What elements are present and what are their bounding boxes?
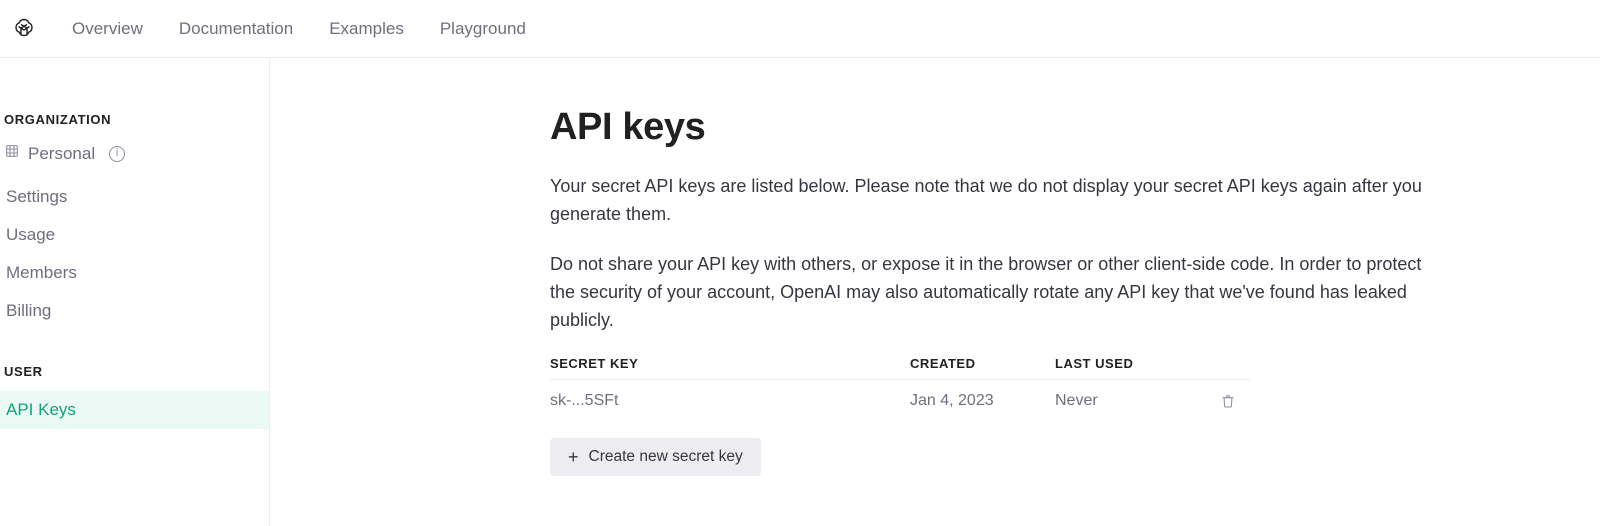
table-header-row: SECRET KEY CREATED LAST USED — [550, 356, 1250, 380]
building-icon — [4, 143, 20, 164]
delete-key-button[interactable] — [1220, 393, 1250, 409]
col-secret-key: SECRET KEY — [550, 356, 910, 371]
info-icon[interactable]: i — [109, 146, 125, 162]
sidebar-org-heading: ORGANIZATION — [0, 106, 269, 139]
create-button-label: Create new secret key — [589, 448, 743, 466]
intro-paragraph-2: Do not share your API key with others, o… — [550, 251, 1450, 335]
col-last-used: LAST USED — [1055, 356, 1220, 371]
top-nav: Overview Documentation Examples Playgrou… — [0, 0, 1600, 58]
plus-icon: + — [568, 448, 579, 466]
org-name: Personal — [28, 144, 95, 164]
sidebar-item-settings[interactable]: Settings — [0, 178, 269, 216]
sidebar-item-api-keys[interactable]: API Keys — [0, 391, 269, 429]
sidebar-item-members[interactable]: Members — [0, 254, 269, 292]
sidebar-item-billing[interactable]: Billing — [0, 292, 269, 330]
org-selector[interactable]: Personal i — [0, 139, 269, 178]
cell-secret-key: sk-...5SFt — [550, 392, 910, 410]
col-created: CREATED — [910, 356, 1055, 371]
openai-logo-icon — [12, 17, 36, 41]
nav-documentation[interactable]: Documentation — [161, 0, 311, 57]
page-title: API keys — [550, 106, 1600, 149]
sidebar-user-heading: USER — [0, 358, 269, 391]
main-content: API keys Your secret API keys are listed… — [270, 58, 1600, 526]
create-secret-key-button[interactable]: + Create new secret key — [550, 438, 761, 476]
table-row: sk-...5SFt Jan 4, 2023 Never — [550, 380, 1250, 422]
api-keys-table: SECRET KEY CREATED LAST USED sk-...5SFt … — [550, 356, 1250, 422]
nav-overview[interactable]: Overview — [54, 0, 161, 57]
sidebar: ORGANIZATION Personal i Settings Usage M… — [0, 58, 270, 526]
cell-created: Jan 4, 2023 — [910, 392, 1055, 410]
nav-playground[interactable]: Playground — [422, 0, 544, 57]
sidebar-item-usage[interactable]: Usage — [0, 216, 269, 254]
cell-last-used: Never — [1055, 392, 1220, 410]
intro-paragraph-1: Your secret API keys are listed below. P… — [550, 173, 1450, 229]
nav-examples[interactable]: Examples — [311, 0, 422, 57]
